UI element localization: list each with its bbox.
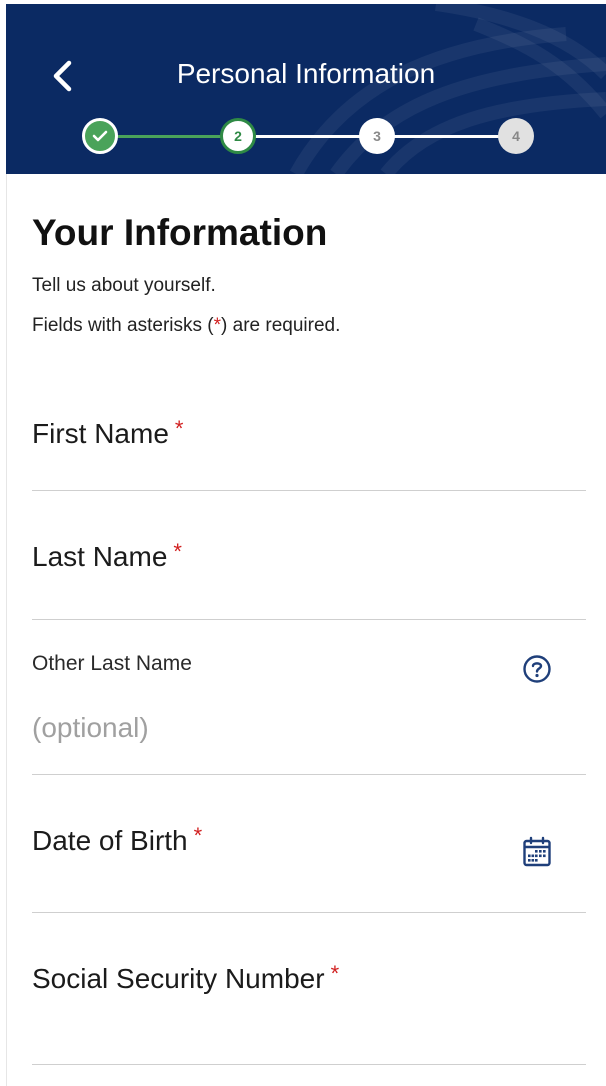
step-3: 3 xyxy=(359,118,395,154)
required-note-suffix: ) are required. xyxy=(221,315,341,336)
required-asterisk: * xyxy=(173,539,182,564)
content-left-border xyxy=(6,174,7,1086)
required-asterisk: * xyxy=(193,823,203,848)
first-name-field[interactable]: First Name * xyxy=(32,380,586,491)
step-1-completed xyxy=(82,118,118,154)
header-bar: Personal Information 2 3 4 xyxy=(6,4,606,174)
last-name-label: Last Name * xyxy=(32,539,182,573)
last-name-label-text: Last Name xyxy=(32,541,168,572)
step-4: 4 xyxy=(498,118,534,154)
question-circle-icon xyxy=(523,655,551,683)
step-connector-done xyxy=(116,135,236,138)
check-icon xyxy=(92,130,108,142)
calendar-button[interactable] xyxy=(520,835,554,869)
intro-text: Tell us about yourself. xyxy=(32,275,216,296)
required-asterisk: * xyxy=(213,315,222,336)
calendar-icon xyxy=(523,836,551,867)
ssn-field[interactable]: Social Security Number * xyxy=(32,913,586,1065)
page-header-title: Personal Information xyxy=(176,58,436,89)
last-name-field[interactable]: Last Name * xyxy=(32,491,586,620)
required-asterisk: * xyxy=(174,416,184,441)
date-of-birth-label: Date of Birth * xyxy=(32,823,203,857)
help-button[interactable] xyxy=(520,652,554,686)
first-name-label: First Name * xyxy=(32,416,184,450)
other-last-name-placeholder: (optional) xyxy=(32,712,149,743)
required-note: Fields with asterisks (*) are required. xyxy=(32,315,340,337)
ssn-label-text: Social Security Number xyxy=(32,963,325,994)
section-title: Your Information xyxy=(32,212,328,253)
step-connector xyxy=(390,135,512,138)
step-2-current: 2 xyxy=(220,118,256,154)
app-screen: Personal Information 2 3 4 Your Informat… xyxy=(0,0,606,1086)
ssn-label: Social Security Number * xyxy=(32,961,340,995)
progress-stepper: 2 3 4 xyxy=(6,114,606,158)
date-of-birth-field[interactable]: Date of Birth * xyxy=(32,775,586,913)
required-asterisk: * xyxy=(330,961,340,986)
other-last-name-field[interactable]: Other Last Name (optional) xyxy=(32,620,586,775)
first-name-label-text: First Name xyxy=(32,418,169,449)
step-connector xyxy=(252,135,374,138)
other-last-name-label: Other Last Name xyxy=(32,652,192,675)
date-of-birth-label-text: Date of Birth xyxy=(32,825,188,856)
required-note-prefix: Fields with asterisks ( xyxy=(32,315,214,336)
